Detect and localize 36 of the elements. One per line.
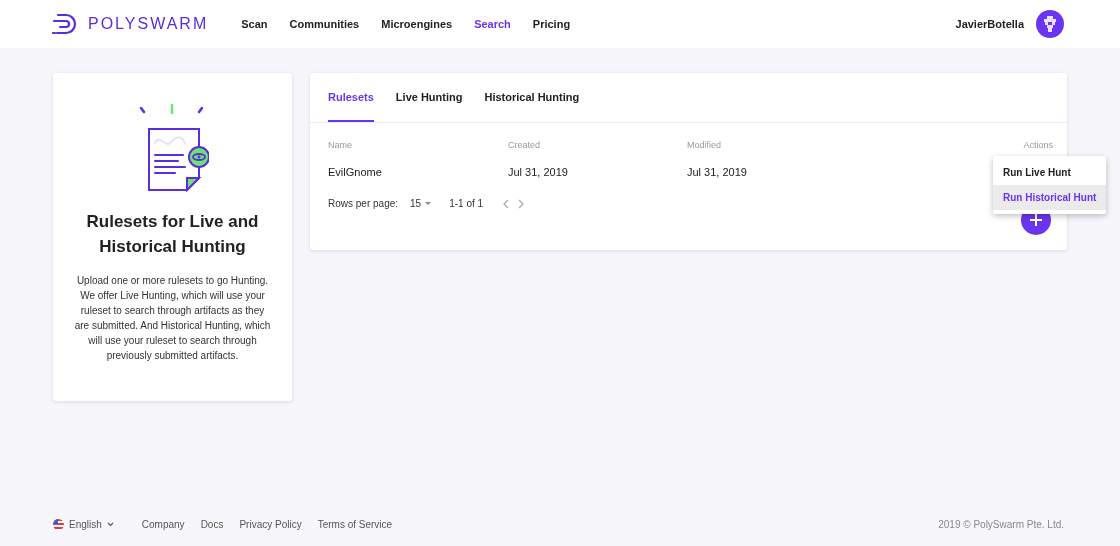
- nav-link[interactable]: Communities: [289, 18, 360, 30]
- column-header: Name: [328, 139, 353, 150]
- chevron-down-icon[interactable]: [106, 522, 114, 527]
- table-cell-text: Jul 31, 2019: [687, 165, 748, 180]
- logo-icon: [52, 12, 78, 36]
- column-header: Actions: [1022, 139, 1053, 150]
- footer-link[interactable]: Privacy Policy: [239, 519, 302, 530]
- plus-icon[interactable]: [1030, 214, 1042, 226]
- rows-per-page-label: Rows per page:: [328, 198, 399, 209]
- footer-link[interactable]: Company: [141, 519, 185, 530]
- tab[interactable]: Live Hunting: [395, 73, 463, 122]
- language-select[interactable]: English: [69, 519, 102, 530]
- menu-item[interactable]: Run Live Hunt: [993, 160, 1107, 185]
- card-description: Upload one or more rulesets to go Hunting. We offer Live Hunting, which will use your ruleset to search through artifacts as they are submitted. And Historical Hunting, which will use your ruleset to search through previously submitted artifacts.: [73, 274, 272, 363]
- footer-link[interactable]: Terms of Service: [317, 519, 393, 530]
- table-cell-text: EvilGnome: [328, 165, 383, 180]
- logo-text: POLYSWARM: [88, 15, 209, 33]
- column-header: Created: [508, 139, 542, 150]
- avatar-icon[interactable]: [1036, 10, 1064, 38]
- nav-link[interactable]: Pricing: [532, 18, 571, 30]
- column-header: Modified: [687, 139, 723, 150]
- flag-icon: [53, 519, 64, 530]
- footer-link[interactable]: Docs: [200, 519, 224, 530]
- copyright: 2019 © PolySwarm Pte. Ltd.: [938, 519, 1064, 530]
- nav-link[interactable]: Scan: [241, 18, 268, 30]
- username[interactable]: JavierBotella: [955, 18, 1024, 30]
- tab[interactable]: Rulesets: [328, 73, 374, 122]
- card-title: Rulesets for Live and Historical Hunting: [85, 211, 260, 258]
- caret-icon[interactable]: [425, 201, 432, 206]
- table-cell-text: Jul 31, 2019: [508, 165, 569, 180]
- tab[interactable]: Historical Hunting: [484, 73, 580, 122]
- rows-per-page-select[interactable]: 15: [410, 198, 422, 209]
- nav-link[interactable]: Microengines: [381, 18, 453, 30]
- menu-item[interactable]: Run Historical Hunt: [993, 185, 1107, 210]
- page-range: 1-1 of 1: [449, 198, 484, 209]
- nav-link[interactable]: Search: [474, 18, 511, 30]
